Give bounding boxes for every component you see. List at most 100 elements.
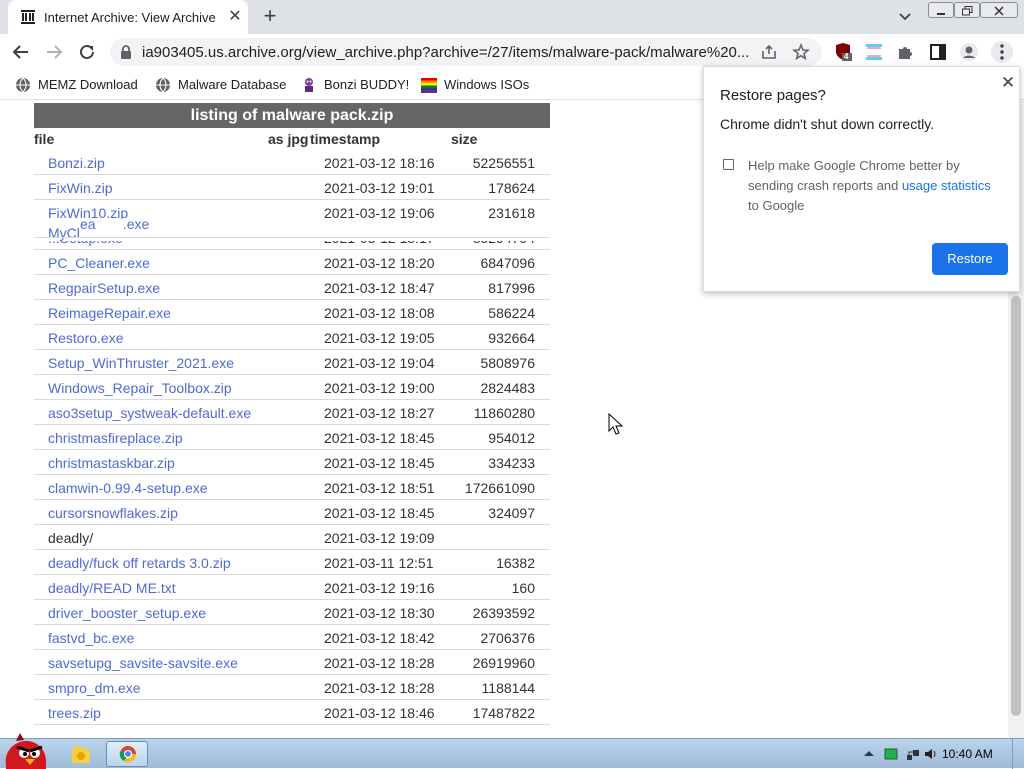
table-row: Restoro.exe 2021-03-12 19:05 932664 (34, 325, 550, 350)
table-row: deadly/READ ME.txt 2021-03-12 19:16 160 (34, 575, 550, 600)
file-timestamp: 2021-03-12 18:42 (324, 630, 435, 646)
pride-extension-icon[interactable] (864, 42, 884, 62)
url-text[interactable]: ia903405.us.archive.org/view_archive.php… (142, 44, 749, 61)
ublock-extension-icon[interactable]: 4 (833, 42, 853, 62)
file-size: 172661090 (464, 480, 535, 496)
dialog-close-icon[interactable]: ✕ (1000, 74, 1016, 91)
back-button[interactable] (9, 40, 33, 64)
internet-archive-icon (21, 10, 35, 24)
crash-report-text-end: to Google (748, 198, 805, 213)
file-size: 17487822 (472, 705, 535, 721)
column-header-file: file (34, 131, 55, 147)
file-timestamp: 2021-03-12 18:45 (324, 430, 435, 446)
file-link[interactable]: Setup_WinThruster_2021.exe (48, 355, 234, 371)
file-timestamp: 2021-03-12 19:09 (324, 530, 435, 546)
file-timestamp: 2021-03-12 18:28 (324, 655, 435, 671)
table-row: clamwin-0.99.4-setup.exe 2021-03-12 18:51… (34, 475, 550, 500)
windows-flag-icon (421, 78, 437, 93)
address-bar[interactable]: ia903405.us.archive.org/view_archive.php… (110, 38, 822, 66)
file-link[interactable]: clamwin-0.99.4-setup.exe (48, 480, 208, 496)
file-link[interactable]: ReimageRepair.exe (48, 305, 171, 321)
file-link[interactable]: trees.zip (48, 705, 101, 721)
file-link[interactable]: fastvd_bc.exe (48, 630, 134, 646)
file-link[interactable]: Bonzi.zip (48, 155, 105, 171)
speaker-volume-icon[interactable] (924, 747, 938, 761)
tab-title: Internet Archive: View Archive (44, 10, 216, 25)
dialog-title: Restore pages? (720, 87, 826, 104)
file-link[interactable]: aso3setup_systweak-default.exe (48, 405, 251, 421)
file-size: 2824483 (480, 380, 535, 396)
table-row: Bonzi.zip 2021-03-12 18:16 52256551 (34, 150, 550, 175)
extension-badge: 4 (844, 52, 849, 61)
table-row: aso3setup_systweak-default.exe 2021-03-12… (34, 400, 550, 425)
side-panel-button[interactable] (928, 42, 948, 62)
forward-button[interactable] (42, 40, 66, 64)
tab-strip: Internet Archive: View Archive ✕ + (0, 0, 1024, 34)
globe-icon (16, 77, 30, 93)
file-link[interactable]: RegpairSetup.exe (48, 280, 160, 296)
file-link[interactable]: christmastaskbar.zip (48, 455, 175, 471)
file-link[interactable]: savsetupg_savsite-savsite.exe (48, 655, 238, 671)
tab-search-chevron-icon[interactable] (896, 8, 914, 26)
file-link[interactable]: cursorsnowflakes.zip (48, 505, 178, 521)
start-button-angry-bird-icon[interactable] (2, 731, 50, 769)
mouse-cursor-icon (608, 413, 624, 435)
file-timestamp: 2021-03-12 18:51 (324, 480, 435, 496)
file-link[interactable]: deadly/fuck off retards 3.0.zip (48, 555, 231, 571)
tab-close-icon[interactable]: ✕ (226, 8, 244, 26)
table-row: christmasfireplace.zip 2021-03-12 18:45 95… (34, 425, 550, 450)
file-size: 324097 (488, 505, 535, 521)
file-link[interactable]: driver_booster_setup.exe (48, 605, 206, 621)
restore-button[interactable]: Restore (932, 243, 1008, 275)
new-tab-button[interactable]: + (259, 5, 281, 27)
show-desktop-button[interactable] (1012, 739, 1024, 769)
file-timestamp: 2021-03-12 19:01 (324, 180, 435, 196)
action-center-flag-icon[interactable] (884, 747, 898, 761)
file-size: 16382 (496, 555, 535, 571)
reload-button[interactable] (75, 40, 99, 64)
file-link[interactable]: Restoro.exe (48, 330, 123, 346)
file-timestamp: 2021-03-12 19:04 (324, 355, 435, 371)
file-timestamp: 2021-03-12 18:27 (324, 405, 435, 421)
table-row: Windows_Repair_Toolbox.zip 2021-03-12 19:… (34, 375, 550, 400)
minimize-button[interactable] (928, 2, 954, 18)
glitch-text-mycl: MyCl (48, 225, 80, 241)
lock-icon[interactable] (120, 45, 132, 59)
profile-button[interactable] (959, 42, 979, 62)
file-size: 11860280 (473, 405, 535, 421)
minimize-icon (937, 13, 945, 15)
taskbar-clock[interactable]: 10:40 AM (942, 747, 993, 761)
file-timestamp: 2021-03-12 18:28 (324, 680, 435, 696)
file-link[interactable]: FixWin.zip (48, 180, 113, 196)
crash-report-checkbox[interactable] (723, 159, 734, 170)
file-link[interactable]: Windows_Repair_Toolbox.zip (48, 380, 232, 396)
file-size: 334233 (488, 455, 535, 471)
file-size: 5808976 (480, 355, 535, 371)
show-hidden-icons-icon[interactable] (862, 747, 876, 761)
file-link[interactable]: PC_Cleaner.exe (48, 255, 150, 271)
taskbar-chrome-button[interactable] (106, 741, 148, 767)
file-timestamp: 2021-03-12 18:47 (324, 280, 435, 296)
file-link[interactable]: deadly/READ ME.txt (48, 580, 176, 596)
chrome-menu-button[interactable] (991, 41, 1013, 63)
file-size: 160 (511, 580, 535, 596)
restore-pages-dialog: Restore pages? ✕ Chrome didn't shut down… (703, 66, 1020, 292)
tab-internet-archive[interactable]: Internet Archive: View Archive ✕ (8, 0, 248, 34)
file-timestamp: 2021-03-11 12:51 (324, 555, 434, 571)
side-panel-icon (930, 44, 946, 60)
scrollbar-thumb[interactable] (1011, 296, 1021, 716)
usage-statistics-link[interactable]: usage statistics (902, 178, 991, 193)
extensions-button[interactable] (896, 42, 916, 62)
file-link[interactable]: christmasfireplace.zip (48, 430, 183, 446)
restore-window-button[interactable] (954, 2, 980, 18)
bookmark-star-icon[interactable] (792, 43, 810, 61)
file-timestamp: 2021-03-12 18:45 (324, 455, 435, 471)
taskbar-explorer-icon[interactable] (70, 741, 92, 767)
restore-window-icon (962, 6, 973, 16)
share-icon[interactable] (760, 43, 778, 61)
file-link[interactable]: smpro_dm.exe (48, 680, 141, 696)
crash-report-label: Help make Google Chrome better by sendin… (748, 156, 1003, 216)
close-window-button[interactable] (980, 2, 1018, 18)
column-header-size: size (451, 131, 478, 147)
network-icon[interactable] (906, 747, 920, 761)
